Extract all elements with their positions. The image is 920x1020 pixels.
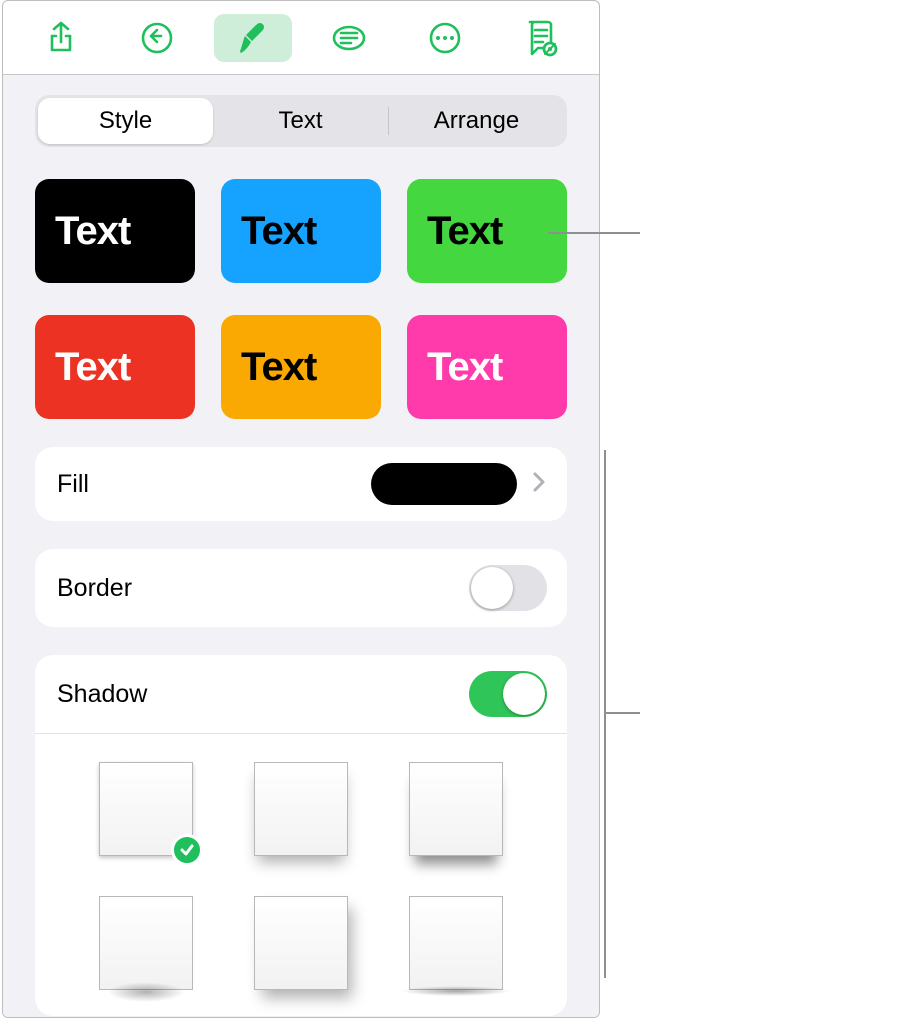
fill-label: Fill [57,470,89,499]
shadow-option-5[interactable] [254,896,348,990]
tab-arrange[interactable]: Arrange [389,98,564,144]
tab-text[interactable]: Text [213,98,388,144]
shadow-options [35,734,567,998]
shadow-card: Shadow [35,655,567,1016]
border-row: Border [35,549,567,627]
callout-line-presets [548,232,640,234]
chevron-right-icon [531,470,547,499]
fill-row[interactable]: Fill [35,447,567,521]
toolbar [3,1,599,75]
segmented-tabs: Style Text Arrange [35,95,567,147]
style-presets: Text Text Text Text Text Text [35,179,567,419]
callout-line-options-v [604,450,606,978]
preset-6[interactable]: Text [407,315,567,419]
shadow-option-3[interactable] [409,762,503,856]
shadow-option-4[interactable] [99,896,193,990]
format-brush-button[interactable] [214,14,292,62]
preset-3[interactable]: Text [407,179,567,283]
checkmark-icon [171,834,203,866]
border-card: Border [35,549,567,627]
preset-2[interactable]: Text [221,179,381,283]
tab-style[interactable]: Style [38,98,213,144]
text-format-button[interactable] [310,14,388,62]
shadow-row: Shadow [35,655,567,734]
shadow-option-2[interactable] [254,762,348,856]
share-button[interactable] [22,14,100,62]
more-button[interactable] [406,14,484,62]
shadow-option-6[interactable] [409,896,503,990]
fill-card: Fill [35,447,567,521]
border-toggle[interactable] [469,565,547,611]
preset-1[interactable]: Text [35,179,195,283]
fill-swatch [371,463,517,505]
inspector-panel: Style Text Arrange Text Text Text Text T… [2,0,600,1018]
callout-line-options-h [604,712,640,714]
shadow-option-1[interactable] [99,762,193,856]
shadow-label: Shadow [57,680,147,709]
undo-button[interactable] [118,14,196,62]
presenter-notes-button[interactable] [502,14,580,62]
preset-5[interactable]: Text [221,315,381,419]
shadow-toggle[interactable] [469,671,547,717]
preset-4[interactable]: Text [35,315,195,419]
inspector-body: Style Text Arrange Text Text Text Text T… [3,75,599,1017]
border-label: Border [57,574,132,603]
